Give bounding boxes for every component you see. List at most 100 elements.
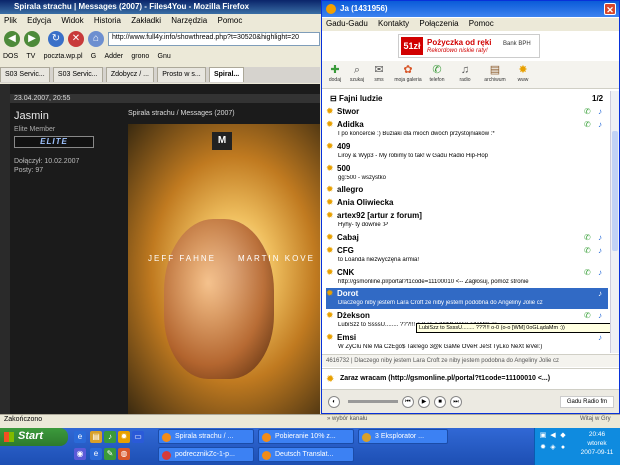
bookmark-tv[interactable]: TV <box>23 51 38 62</box>
gg-menu-kontakty[interactable]: Kontakty <box>374 18 413 29</box>
search-button[interactable]: ⌕ szukaj <box>346 63 368 87</box>
scrollbar-thumb[interactable] <box>612 131 618 251</box>
ad-price: 51zł <box>401 37 423 55</box>
www-button[interactable]: ✸ www <box>512 63 534 87</box>
clock[interactable]: 20:46 wtorek 2007-09-11 <box>575 430 619 457</box>
contact-cfg[interactable]: ✹ CFG ✆ ♪ <box>326 245 608 257</box>
ie-icon[interactable]: e <box>74 431 86 443</box>
previous-icon[interactable]: ⏮ <box>402 396 414 408</box>
contact-500[interactable]: ✹ 500 <box>326 163 608 175</box>
radio-channel-select[interactable]: » wybór kanału <box>327 416 367 422</box>
status-sun-icon: ✹ <box>326 310 334 320</box>
user-profile-column: Jasmin Elite Member ELITE Dołączył: 10.0… <box>10 106 122 406</box>
home-icon[interactable]: ⌂ <box>88 31 104 47</box>
volume-slider[interactable] <box>348 400 398 403</box>
tab-spirala[interactable]: Spiral... <box>208 67 245 82</box>
menu-plik[interactable]: Plik <box>0 15 21 26</box>
menu-historia[interactable]: Historia <box>90 15 125 26</box>
post-username[interactable]: Jasmin <box>14 110 49 122</box>
status-selector[interactable]: ✹ Zaraz wracam (http://gsmonline.pl/port… <box>322 368 619 388</box>
ad-bank: Bank BPH <box>503 41 531 47</box>
url-input[interactable]: http://www.full4y.info/showthread.php?t=… <box>108 32 320 46</box>
contact-ania-oliwiecka[interactable]: ✹ Ania Oliwiecka <box>326 197 608 209</box>
media-icon[interactable]: ♪ <box>104 431 116 443</box>
shield-icon[interactable]: ◈ <box>549 444 557 452</box>
start-button[interactable]: Start <box>0 428 68 446</box>
folder-icon[interactable]: ▤ <box>90 431 102 443</box>
task-eksplorator[interactable]: 3 Eksplorator ... <box>358 429 448 444</box>
group-header[interactable]: ⊟ Fajni ludzie <box>330 94 383 103</box>
contact-list-scrollbar[interactable] <box>610 91 619 353</box>
firefox-icon[interactable]: ◍ <box>118 448 130 460</box>
contact-cabaj[interactable]: ✹ Cabaj ✆ ♪ <box>326 232 608 244</box>
loan-advertisement[interactable]: 51zł Pożyczka od ręki Rekordowo niskie r… <box>398 34 540 58</box>
gg-toolbar: ✚ dodaj ⌕ szukaj ✉ sms ✿ moja galeria ✆ … <box>322 61 619 89</box>
tab-s03-1[interactable]: S03 Servic... <box>0 67 50 82</box>
gg-tray-icon[interactable]: ✹ <box>539 444 547 452</box>
bookmark-g[interactable]: G <box>88 51 99 62</box>
volume-icon[interactable]: ◐ <box>328 396 340 408</box>
contact-dzekson[interactable]: ✹ Dżekson ✆ ♪ <box>326 310 608 322</box>
contact-allegro[interactable]: ✹ allegro <box>326 184 608 196</box>
update-icon[interactable]: ● <box>559 444 567 452</box>
menu-edycja[interactable]: Edycja <box>23 15 55 26</box>
gg-title-bar[interactable]: Ja (1431956) ✕ <box>322 1 619 17</box>
radio-button[interactable]: ♫ radio <box>454 63 476 87</box>
bookmark-dos[interactable]: DOS <box>0 51 21 62</box>
reload-icon[interactable]: ↻ <box>48 31 64 47</box>
tab-zdobycz[interactable]: Zdobycz / ... <box>105 67 154 82</box>
play-icon[interactable]: ▶ <box>418 396 430 408</box>
gg-menu-pomoc[interactable]: Pomoc <box>465 18 498 29</box>
task-spirala[interactable]: Spirala strachu / ... <box>158 429 254 444</box>
network-icon[interactable]: ▣ <box>539 432 547 440</box>
stop-icon[interactable]: ✕ <box>68 31 84 47</box>
bookmark-gnu[interactable]: Gnu <box>155 51 174 62</box>
bookmark-adder[interactable]: Adder <box>101 51 126 62</box>
task-pobieranie[interactable]: Pobieranie 10% z... <box>258 429 354 444</box>
tab-s03-2[interactable]: S03 Servic... <box>52 67 103 82</box>
phone-button[interactable]: ✆ telefon <box>426 63 448 87</box>
task-deutsch[interactable]: Deutsch Translat... <box>258 447 354 462</box>
clock-date: 2007-09-11 <box>580 449 614 456</box>
search-icon: ⌕ <box>353 64 361 76</box>
menu-narzedzia[interactable]: Narzędzia <box>167 15 211 26</box>
contact-emsi[interactable]: ✹ Emsi ♪ <box>326 332 608 344</box>
tab-prosto[interactable]: Prosto w s... <box>157 67 206 82</box>
stop-icon[interactable]: ■ <box>434 396 446 408</box>
bookmark-grono[interactable]: grono <box>128 51 152 62</box>
contact-stwor[interactable]: ✹ Stwor ✆ ♪ <box>326 106 608 118</box>
archive-button[interactable]: ▤ archiwum <box>482 63 508 87</box>
antivirus-icon[interactable]: ◆ <box>559 432 567 440</box>
menu-widok[interactable]: Widok <box>57 15 87 26</box>
task-podrecznik[interactable]: podrecznikZc-1-p... <box>158 447 254 462</box>
menu-pomoc[interactable]: Pomoc <box>213 15 246 26</box>
contact-adidka[interactable]: ✹ Adidka ✆ ♪ <box>326 119 608 131</box>
speaker-icon[interactable]: ◀ <box>549 432 557 440</box>
forward-icon[interactable]: ▶ <box>24 31 40 47</box>
poster-face <box>164 219 274 379</box>
radio-icon: ♪ <box>598 333 602 342</box>
add-contact-button[interactable]: ✚ dodaj <box>324 63 346 87</box>
gg-menu-gadu-gadu[interactable]: Gadu-Gadu <box>322 18 372 29</box>
status-sun-icon: ✹ <box>326 119 334 129</box>
gadu-radio-logo[interactable]: Gadu Radio fm <box>560 396 614 408</box>
next-icon[interactable]: ⏭ <box>450 396 462 408</box>
close-icon[interactable]: ✕ <box>604 3 616 15</box>
contact-artex92[interactable]: ✹ artex92 [artur z forum] <box>326 210 608 222</box>
player-icon[interactable]: ◉ <box>74 448 86 460</box>
gg-icon[interactable]: ✹ <box>118 431 130 443</box>
gg-menu-polaczenia[interactable]: Połączenia <box>415 18 462 29</box>
bookmark-poczta[interactable]: poczta.wp.pl <box>41 51 86 62</box>
sms-button[interactable]: ✉ sms <box>368 63 390 87</box>
contact-cnk[interactable]: ✹ CNK ✆ ♪ <box>326 267 608 279</box>
tool-icon[interactable]: ✎ <box>104 448 116 460</box>
contact-dorot[interactable]: ✹ Dorot ♪ <box>326 288 608 300</box>
gallery-button[interactable]: ✿ moja galeria <box>394 63 422 87</box>
contact-409[interactable]: ✹ 409 <box>326 141 608 153</box>
menu-zakladki[interactable]: Zakładki <box>127 15 165 26</box>
back-icon[interactable]: ◀ <box>4 31 20 47</box>
ie2-icon[interactable]: e <box>90 448 102 460</box>
user-post-count: Posty: 97 <box>14 167 44 174</box>
contact-description: W ŻyCIu NIe Ma CzEgo$ Tak!ego 3@k GaMe O… <box>338 344 543 350</box>
desktop-icon[interactable]: ▭ <box>132 431 144 443</box>
